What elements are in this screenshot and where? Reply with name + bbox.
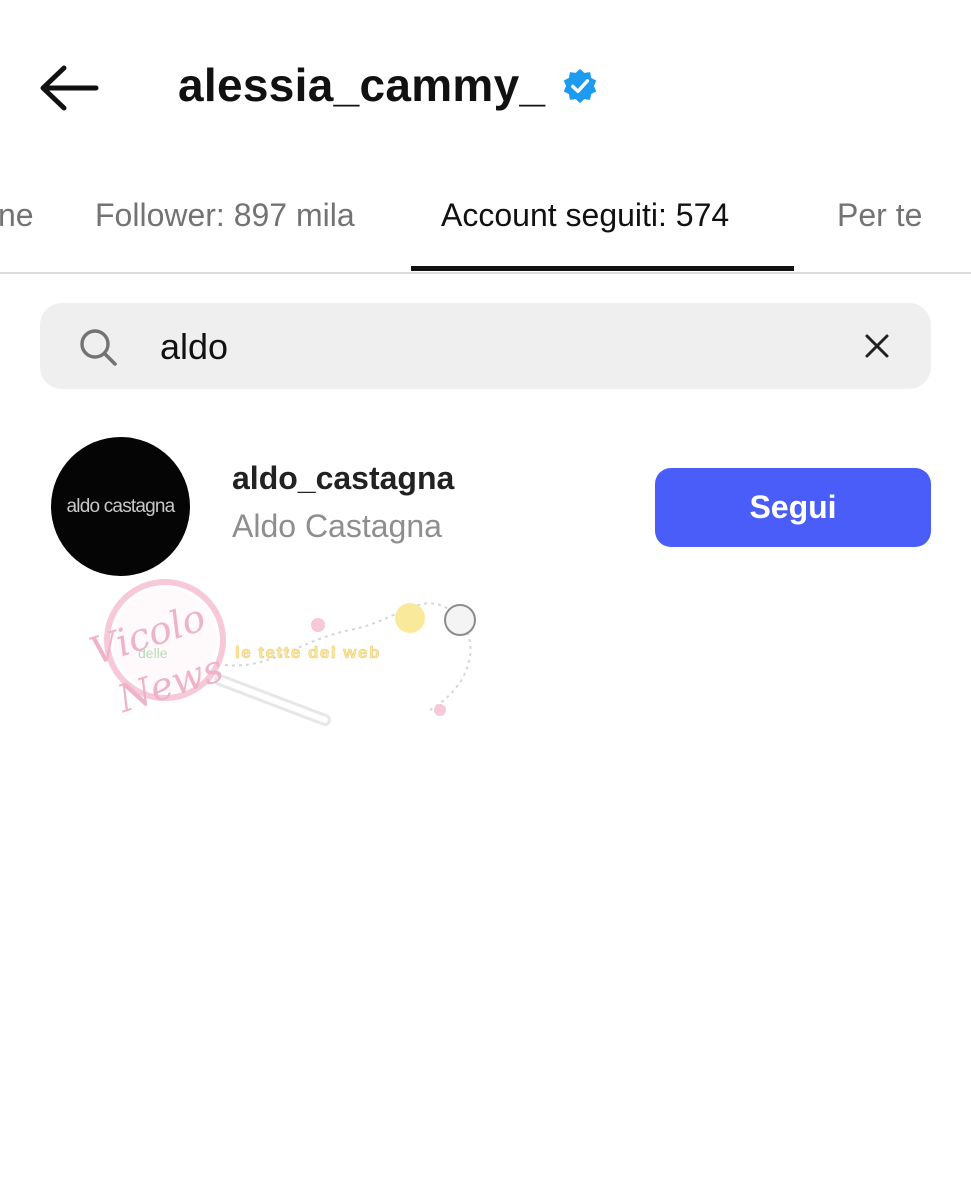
result-username[interactable]: aldo_castagna [232,460,454,497]
tab-partial-left[interactable]: ne [0,194,34,236]
clear-search-button[interactable] [860,329,894,363]
verified-badge-icon [564,68,597,104]
tab-bar: ne Follower: 897 mila Account seguiti: 5… [0,170,971,274]
watermark-tagline: le tette del web [235,643,381,662]
result-full-name: Aldo Castagna [232,508,442,544]
top-bar: alessia_cammy_ [0,0,971,160]
active-tab-indicator [411,266,794,271]
search-bar [40,303,931,389]
search-input[interactable] [158,319,842,375]
arrow-left-icon [40,65,99,111]
close-icon [865,334,889,358]
search-icon [80,329,117,366]
follow-button[interactable]: Segui [655,468,931,547]
tab-for-you[interactable]: Per te [837,194,922,236]
tab-following[interactable]: Account seguiti: 574 [441,194,729,236]
back-button[interactable] [38,60,100,116]
watermark-line2: delle [138,645,168,661]
list-item[interactable]: aldo castagna aldo_castagna Aldo Castagn… [0,432,971,582]
profile-title-group: alessia_cammy_ [178,52,599,118]
profile-username: alessia_cammy_ [178,59,546,111]
watermark-logo: Vicolo delle News le tette del web [85,579,476,726]
tab-followers[interactable]: Follower: 897 mila [95,194,355,236]
avatar-logo-text: aldo castagna [66,495,176,517]
avatar[interactable]: aldo castagna [51,437,190,576]
